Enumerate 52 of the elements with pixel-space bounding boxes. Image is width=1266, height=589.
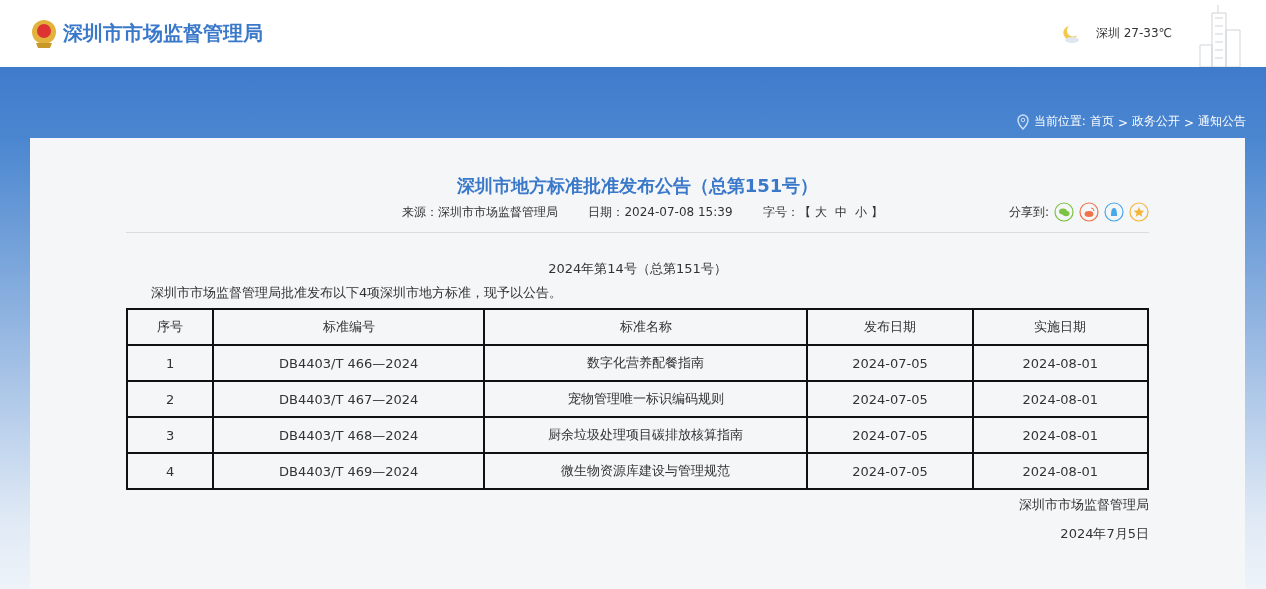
date-text: 日期：2024-07-08 15:39 [588,203,733,221]
font-size-link[interactable]: 大 [810,203,831,221]
table-cell: 4 [127,453,214,489]
share-label: 分享到: [1008,203,1049,221]
announcement-number: 2024年第14号（总第151号） [547,260,728,278]
wechat-share-icon[interactable] [1054,202,1074,222]
font-size-link[interactable]: 中 [830,203,851,221]
breadcrumb-link[interactable]: 首页 [1089,113,1114,130]
table-cell: DB4403/T 466—2024 [213,345,485,381]
table-cell: 1 [127,345,214,381]
signature-text: 深圳市市场监督管理局 [1018,496,1149,514]
qq-share-icon[interactable] [1104,202,1124,222]
breadcrumb-link[interactable]: 通知公告 [1198,113,1246,130]
bracket-text: 】 [870,203,883,221]
breadcrumb-link[interactable]: 政务公开 [1131,113,1180,130]
weather-text: 深圳 27-33℃ [1095,25,1172,42]
location-pin-icon [1015,114,1030,130]
table-cell: 2024-07-05 [807,453,973,489]
table-cell: 2024-08-01 [972,417,1148,453]
emblem-icon [31,18,57,49]
source-text: 来源：深圳市市场监督管理局 [402,203,559,221]
breadcrumb-label: 当前位置: [1033,113,1086,130]
table-cell: 2024-08-01 [972,453,1148,489]
table-cell: 2024-08-01 [972,345,1148,381]
table-cell: 2 [127,381,214,417]
font-size-link[interactable]: 小 [850,203,871,221]
table-cell: 2024-07-05 [807,417,973,453]
column-header: 标准编号 [213,309,485,345]
table-cell: 数字化营养配餐指南 [484,345,808,381]
table-cell: 3 [127,417,214,453]
table-cell: DB4403/T 468—2024 [213,417,485,453]
column-header: 标准名称 [484,309,808,345]
table-cell: 宠物管理唯一标识编码规则 [484,381,808,417]
table-cell: DB4403/T 467—2024 [213,381,485,417]
breadcrumb-separator: > [1183,116,1194,130]
table-cell: DB4403/T 469—2024 [213,453,485,489]
column-header: 发布日期 [807,309,973,345]
table-cell: 2024-08-01 [972,381,1148,417]
font-size-label: 字号：【 [762,203,811,221]
table-cell: 厨余垃圾处理项目碳排放核算指南 [484,417,808,453]
table-cell: 2024-07-05 [807,345,973,381]
column-header: 序号 [127,309,214,345]
intro-text: 深圳市市场监督管理局批准发布以下4项深圳市地方标准，现予以公告。 [151,284,564,302]
column-header: 实施日期 [972,309,1148,345]
table-cell: 2024-07-05 [807,381,973,417]
table-cell: 微生物资源库建设与管理规范 [484,453,808,489]
weibo-share-icon[interactable] [1079,202,1099,222]
favorite-icon[interactable] [1129,202,1149,222]
signature-date: 2024年7月5日 [1059,525,1149,543]
article-title: 深圳市地方标准批准发布公告（总第151号） [455,174,820,198]
breadcrumb-separator: > [1117,116,1128,130]
site-title[interactable]: 深圳市市场监督管理局 [63,20,263,47]
